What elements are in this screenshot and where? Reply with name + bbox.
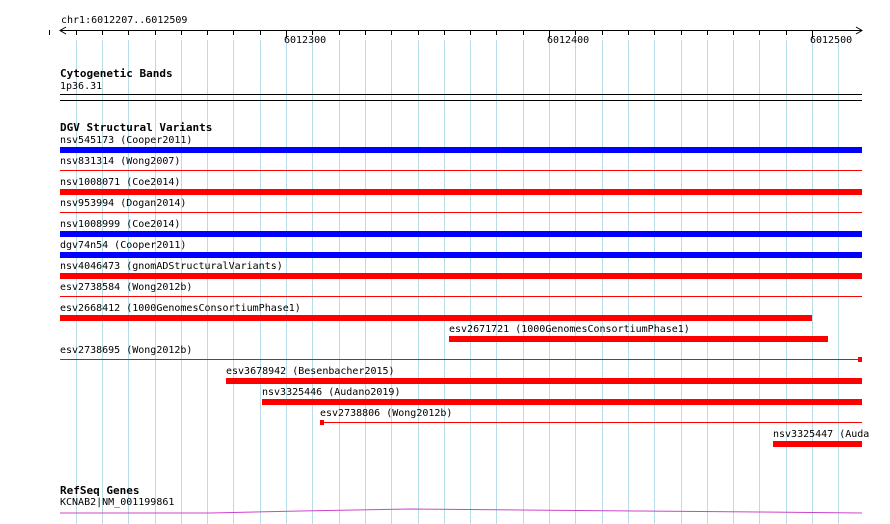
dgv-feature-bar[interactable] <box>60 147 862 153</box>
dgv-feature-label[interactable]: esv2738584 (Wong2012b) <box>60 282 192 293</box>
dgv-feature-label[interactable]: nsv545173 (Cooper2011) <box>60 135 192 146</box>
dgv-feature-label[interactable]: nsv3325447 (Auda <box>773 429 869 440</box>
refseq-track-title[interactable]: RefSeq Genes <box>60 484 139 497</box>
dgv-feature-label[interactable]: nsv1008071 (Coe2014) <box>60 177 180 188</box>
location-label: chr1:6012207..6012509 <box>61 15 188 26</box>
dgv-feature-bar[interactable] <box>60 315 812 321</box>
dgv-feature-label[interactable]: nsv953994 (Dogan2014) <box>60 198 186 209</box>
dgv-feature-bar[interactable] <box>60 252 862 258</box>
cytoband-label[interactable]: 1p36.31 <box>60 81 102 92</box>
dgv-feature-block[interactable] <box>320 420 324 425</box>
dgv-feature-label[interactable]: esv2668412 (1000GenomesConsortiumPhase1) <box>60 303 301 314</box>
dgv-feature-label[interactable]: esv2671721 (1000GenomesConsortiumPhase1) <box>449 324 690 335</box>
gene-label[interactable]: KCNAB2|NM_001199861 <box>60 497 174 508</box>
dgv-feature-bar[interactable] <box>226 378 862 384</box>
dgv-feature-label[interactable]: nsv1008999 (Coe2014) <box>60 219 180 230</box>
dgv-feature-label[interactable]: esv3678942 (Besenbacher2015) <box>226 366 395 377</box>
ruler-tick-label: 6012400 <box>547 35 590 46</box>
dgv-feature-bar[interactable] <box>773 441 862 447</box>
dgv-feature-bar[interactable] <box>60 189 862 195</box>
dgv-feature-label[interactable]: nsv4046473 (gnomADStructuralVariants) <box>60 261 283 272</box>
gene-intron-line[interactable] <box>60 508 863 514</box>
dgv-feature-label[interactable]: dgv74n54 (Cooper2011) <box>60 240 186 251</box>
dgv-feature-bar[interactable] <box>60 273 862 279</box>
dgv-feature-label[interactable]: nsv831314 (Wong2007) <box>60 156 180 167</box>
dgv-feature-label[interactable]: nsv3325446 (Audano2019) <box>262 387 400 398</box>
ruler-tick-label: 6012300 <box>284 35 327 46</box>
dgv-feature-bar[interactable] <box>60 231 862 237</box>
dgv-track-title[interactable]: DGV Structural Variants <box>60 121 212 134</box>
dgv-feature-label[interactable]: esv2738695 (Wong2012b) <box>60 345 192 356</box>
dgv-feature-label[interactable]: esv2738806 (Wong2012b) <box>320 408 452 419</box>
cytoband-track-title[interactable]: Cytogenetic Bands <box>60 67 173 80</box>
ruler-tick-label: 6012500 <box>810 35 853 46</box>
genome-browser-canvas: chr1:6012207..6012509 Cytogenetic Bands … <box>0 0 890 524</box>
dgv-feature-block[interactable] <box>858 357 862 362</box>
dgv-feature-bar[interactable] <box>262 399 862 405</box>
dgv-feature-bar[interactable] <box>449 336 828 342</box>
